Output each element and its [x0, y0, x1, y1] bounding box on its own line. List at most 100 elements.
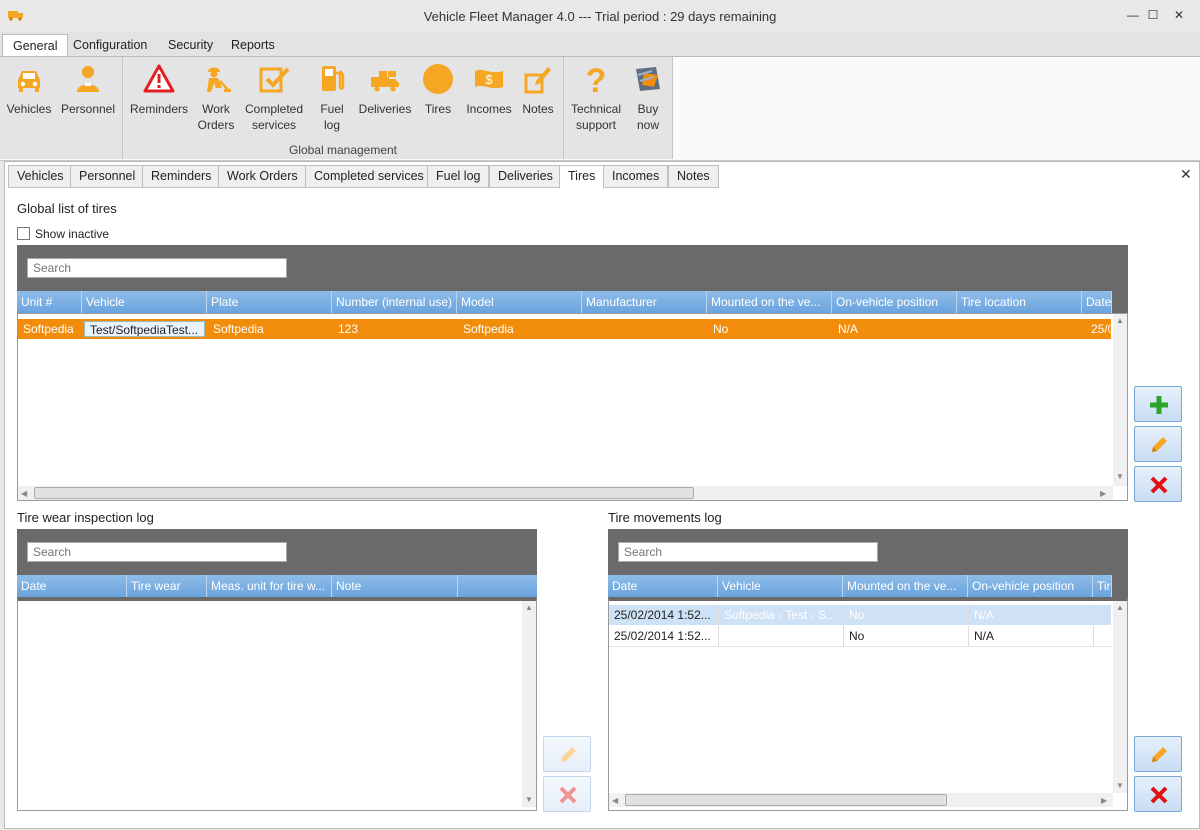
- menu-tab-reports[interactable]: Reports: [221, 34, 285, 56]
- menu-tab-configuration[interactable]: Configuration: [63, 34, 157, 56]
- movements-hscroll-thumb[interactable]: [625, 794, 947, 806]
- svg-text:$: $: [485, 72, 493, 87]
- ribbon-buy-now-button[interactable]: Buy now: [626, 57, 670, 141]
- close-tab-icon[interactable]: ✕: [1180, 166, 1192, 183]
- ribbon-completed-services-button[interactable]: Completed services: [241, 57, 307, 141]
- add-tire-button[interactable]: [1134, 386, 1182, 422]
- col-mov-mounted[interactable]: Mounted on the ve...: [843, 575, 968, 597]
- col-unit[interactable]: Unit #: [17, 291, 82, 313]
- col-position[interactable]: On-vehicle position: [832, 291, 957, 313]
- tab-notes[interactable]: Notes: [668, 165, 719, 188]
- delete-tire-button[interactable]: [1134, 466, 1182, 502]
- edit-movement-button[interactable]: [1134, 736, 1182, 772]
- tab-deliveries[interactable]: Deliveries: [489, 165, 562, 188]
- scroll-left-icon[interactable]: ◀: [21, 489, 27, 498]
- ribbon-work-orders-button[interactable]: Work Orders: [191, 57, 241, 141]
- col-date[interactable]: Date: [1082, 291, 1112, 313]
- movements-grid-body: 25/02/2014 1:52... Softpedia - Test - S.…: [608, 597, 1128, 811]
- ribbon-reminders-button[interactable]: Reminders: [127, 57, 191, 141]
- ribbon-group-main: Vehicles Personnel: [0, 57, 123, 159]
- cell-date: 25/0: [1091, 322, 1111, 336]
- ribbon-technical-support-label: Technical support: [570, 102, 622, 132]
- delete-movement-button[interactable]: [1134, 776, 1182, 812]
- col-vehicle[interactable]: Vehicle: [82, 291, 207, 313]
- tires-grid-body: Softpedia Test/SoftpediaTest... Softpedi…: [17, 313, 1128, 501]
- tires-search-input[interactable]: [27, 258, 287, 278]
- table-row[interactable]: Softpedia Test/SoftpediaTest... Softpedi…: [18, 319, 1111, 339]
- ribbon-personnel-button[interactable]: Personnel: [58, 57, 118, 141]
- maximize-button[interactable]: ☐: [1140, 4, 1166, 26]
- ribbon-technical-support-button[interactable]: ? Technical support: [566, 57, 626, 141]
- show-inactive-label: Show inactive: [35, 227, 110, 241]
- money-icon: $: [475, 69, 503, 89]
- tab-tires[interactable]: Tires: [559, 165, 605, 189]
- tab-personnel[interactable]: Personnel: [70, 165, 145, 188]
- tab-incomes[interactable]: Incomes: [603, 165, 669, 188]
- scroll-up-icon[interactable]: ▲: [525, 603, 533, 612]
- movements-horizontal-scrollbar[interactable]: ◀ ▶: [609, 793, 1113, 807]
- movements-header-filler: [1112, 575, 1128, 597]
- tab-work-orders[interactable]: Work Orders: [218, 165, 307, 188]
- tires-hscroll-thumb[interactable]: [34, 487, 694, 499]
- ribbon-deliveries-button[interactable]: Deliveries: [355, 57, 415, 141]
- wear-vertical-scrollbar[interactable]: ▲ ▼: [522, 601, 536, 807]
- ribbon-group-global-management: Reminders Work Orders Completed services…: [123, 57, 564, 159]
- scroll-down-icon[interactable]: ▼: [525, 795, 533, 804]
- ribbon-incomes-label: Incomes: [466, 102, 512, 116]
- delete-wear-button[interactable]: [543, 776, 591, 812]
- ribbon: Vehicles Personnel Reminders Work Orders…: [0, 56, 1200, 161]
- scroll-up-icon[interactable]: ▲: [1116, 316, 1124, 325]
- col-mov-date[interactable]: Date: [608, 575, 718, 597]
- menu-tab-security[interactable]: Security: [158, 34, 223, 56]
- ribbon-deliveries-label: Deliveries: [358, 102, 412, 116]
- tires-horizontal-scrollbar[interactable]: ◀ ▶: [18, 486, 1113, 500]
- edit-tire-button[interactable]: [1134, 426, 1182, 462]
- tires-vertical-scrollbar[interactable]: ▲ ▼: [1113, 314, 1127, 486]
- col-note[interactable]: Note: [332, 575, 458, 597]
- col-mov-vehicle[interactable]: Vehicle: [718, 575, 843, 597]
- tab-reminders[interactable]: Reminders: [142, 165, 221, 188]
- show-inactive-checkbox[interactable]: [17, 227, 30, 240]
- tires-section-title: Global list of tires: [17, 201, 117, 216]
- tab-vehicles[interactable]: Vehicles: [8, 165, 73, 188]
- col-manufacturer[interactable]: Manufacturer: [582, 291, 707, 313]
- movements-vertical-scrollbar[interactable]: ▲ ▼: [1113, 601, 1127, 793]
- tire-icon: [423, 64, 453, 94]
- col-plate[interactable]: Plate: [207, 291, 332, 313]
- ribbon-incomes-button[interactable]: $ Incomes: [461, 57, 517, 141]
- ribbon-notes-button[interactable]: Notes: [517, 57, 559, 141]
- ribbon-tires-button[interactable]: Tires: [417, 57, 459, 141]
- menu-tab-general[interactable]: General: [2, 34, 69, 58]
- movements-search-input[interactable]: [618, 542, 878, 562]
- col-tire-location[interactable]: Tire location: [957, 291, 1082, 313]
- scroll-left-icon[interactable]: ◀: [612, 796, 618, 805]
- tab-fuel-log[interactable]: Fuel log: [427, 165, 490, 188]
- col-mov-tire[interactable]: Tir: [1093, 575, 1112, 597]
- col-wear-date[interactable]: Date: [17, 575, 127, 597]
- truck-icon: [371, 71, 399, 92]
- col-number[interactable]: Number (internal use): [332, 291, 457, 313]
- wear-grid-header: Date Tire wear Meas. unit for tire w... …: [17, 575, 537, 598]
- col-tire-wear[interactable]: Tire wear: [127, 575, 207, 597]
- scroll-up-icon[interactable]: ▲: [1116, 603, 1124, 612]
- ribbon-vehicles-button[interactable]: Vehicles: [2, 57, 56, 141]
- col-mounted[interactable]: Mounted on the ve...: [707, 291, 832, 313]
- table-row[interactable]: 25/02/2014 1:52... No N/A: [609, 626, 1111, 647]
- col-mov-position[interactable]: On-vehicle position: [968, 575, 1093, 597]
- wear-search-input[interactable]: [27, 542, 287, 562]
- table-row[interactable]: 25/02/2014 1:52... Softpedia - Test - S.…: [609, 605, 1111, 625]
- scroll-right-icon[interactable]: ▶: [1101, 796, 1107, 805]
- col-meas-unit[interactable]: Meas. unit for tire w...: [207, 575, 332, 597]
- ribbon-reminders-label: Reminders: [129, 102, 189, 116]
- ribbon-group-support: ? Technical support Buy now: [564, 57, 673, 159]
- close-window-button[interactable]: ✕: [1166, 4, 1192, 26]
- pencil-icon: [561, 747, 576, 762]
- tab-completed-services[interactable]: Completed services: [305, 165, 433, 188]
- scroll-down-icon[interactable]: ▼: [1116, 472, 1124, 481]
- scroll-right-icon[interactable]: ▶: [1100, 489, 1106, 498]
- svg-text:?: ?: [586, 63, 607, 95]
- edit-wear-button[interactable]: [543, 736, 591, 772]
- ribbon-fuel-log-button[interactable]: Fuel log: [309, 57, 355, 141]
- scroll-down-icon[interactable]: ▼: [1116, 781, 1124, 790]
- col-model[interactable]: Model: [457, 291, 582, 313]
